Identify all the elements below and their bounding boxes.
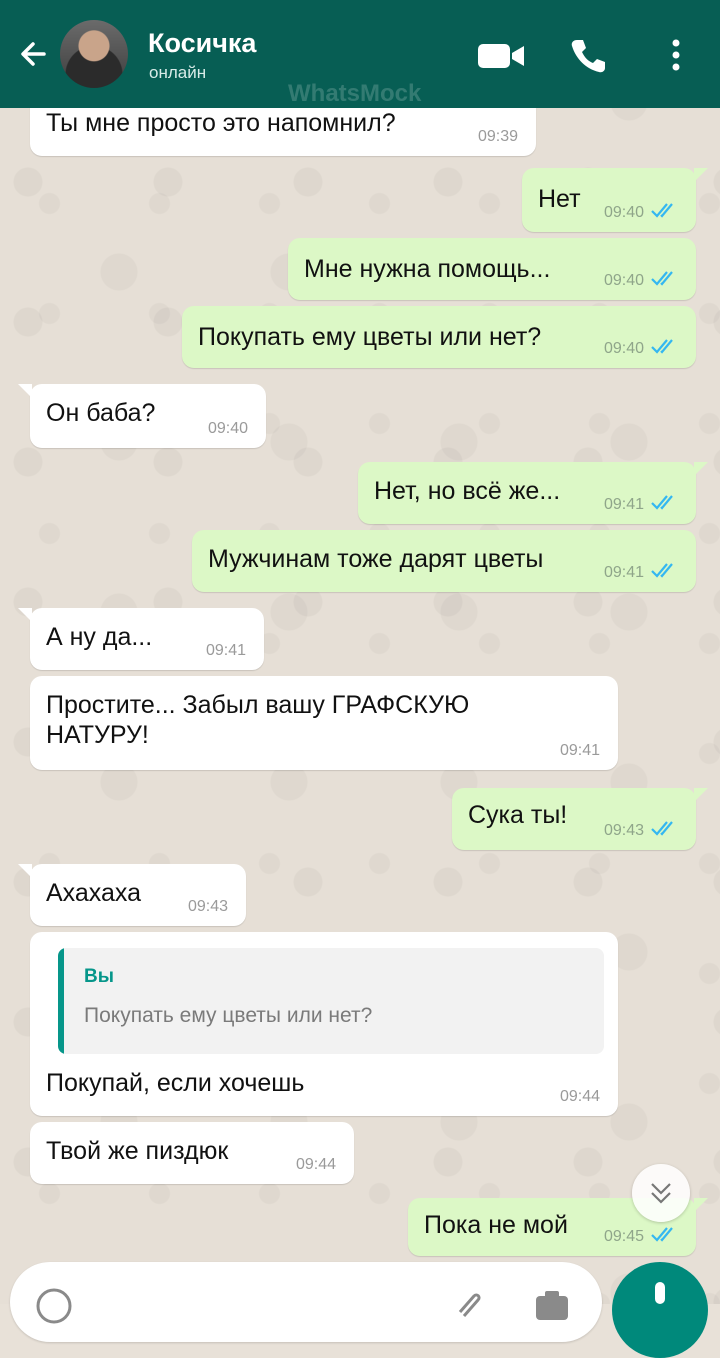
read-ticks-icon — [651, 339, 673, 354]
message-text-line2: НАТУРУ! — [46, 721, 149, 749]
read-ticks-icon — [651, 495, 673, 510]
message-text: Покупать ему цветы или нет? — [198, 323, 542, 351]
message-incoming[interactable]: Твой же пиздюк 09:44 — [30, 1122, 354, 1184]
read-ticks-icon — [651, 1227, 673, 1242]
message-text: Нет — [538, 185, 581, 213]
message-text: Ахахаха — [46, 879, 142, 907]
message-outgoing[interactable]: Сука ты! 09:43 — [452, 788, 708, 850]
quote-bar — [58, 948, 64, 1054]
message-text-line1: Простите... Забыл вашу ГРАФСКУЮ — [46, 691, 470, 719]
message-text: Твой же пиздюк — [46, 1137, 229, 1165]
message-time: 09:41 — [603, 496, 644, 513]
message-incoming[interactable]: А ну да... 09:41 — [18, 608, 264, 670]
message-incoming[interactable]: Он баба? 09:40 — [18, 384, 266, 448]
contact-status: онлайн — [149, 63, 207, 82]
message-time: 09:40 — [603, 340, 644, 357]
quoted-message[interactable]: Вы Покупать ему цветы или нет? — [58, 948, 604, 1054]
more-vert-icon[interactable] — [656, 36, 696, 76]
message-input-bar[interactable] — [10, 1262, 602, 1342]
message-text: Мужчинам тоже дарят цветы — [208, 545, 544, 573]
message-time: 09:41 — [205, 642, 246, 659]
message-outgoing[interactable]: Мне нужна помощь... 09:40 — [288, 238, 696, 300]
emoji-icon[interactable] — [34, 1286, 74, 1326]
message-time: 09:43 — [187, 898, 228, 915]
double-chevron-down-icon — [651, 1183, 671, 1204]
message-text: Мне нужна помощь... — [304, 255, 551, 283]
message-text: А ну да... — [46, 623, 153, 651]
message-text: Ты мне просто это напомнил? — [46, 109, 396, 137]
message-incoming-reply[interactable]: Вы Покупать ему цветы или нет? Покупай, … — [30, 932, 618, 1116]
watermark: WhatsMock — [288, 80, 422, 107]
message-outgoing[interactable]: Мужчинам тоже дарят цветы 09:41 — [192, 530, 696, 592]
message-time: 09:44 — [295, 1156, 336, 1173]
mic-button[interactable] — [612, 1262, 708, 1358]
message-incoming[interactable]: Простите... Забыл вашу ГРАФСКУЮ НАТУРУ! … — [30, 676, 618, 770]
quote-text: Покупать ему цветы или нет? — [84, 1004, 373, 1027]
video-call-icon[interactable] — [476, 36, 526, 76]
message-time: 09:45 — [603, 1228, 644, 1245]
message-outgoing[interactable]: Покупать ему цветы или нет? 09:40 — [182, 306, 696, 368]
read-ticks-icon — [651, 563, 673, 578]
avatar[interactable] — [60, 20, 128, 88]
message-time: 09:40 — [603, 204, 644, 221]
message-incoming[interactable]: Ахахаха 09:43 — [18, 864, 246, 926]
camera-icon[interactable] — [532, 1286, 572, 1326]
read-ticks-icon — [651, 271, 673, 286]
message-text: Покупай, если хочешь — [46, 1069, 305, 1097]
message-time: 09:44 — [559, 1088, 600, 1105]
back-arrow-icon[interactable] — [14, 34, 54, 74]
contact-name[interactable]: Косичка — [148, 28, 256, 59]
message-outgoing[interactable]: Нет, но всё же... 09:41 — [358, 462, 708, 524]
mic-icon — [655, 1282, 665, 1304]
quote-author: Вы — [84, 966, 114, 987]
message-time: 09:40 — [603, 272, 644, 289]
message-text: Он баба? — [46, 399, 156, 427]
phone-icon[interactable] — [568, 36, 608, 76]
attach-icon[interactable] — [450, 1286, 490, 1326]
message-time: 09:41 — [603, 564, 644, 581]
message-time: 09:40 — [207, 420, 248, 437]
message-text: Сука ты! — [468, 801, 568, 829]
message-text: Нет, но всё же... — [374, 477, 561, 505]
message-text: Пока не мой — [424, 1211, 568, 1239]
message-outgoing[interactable]: Нет 09:40 — [522, 168, 708, 232]
read-ticks-icon — [651, 203, 673, 218]
message-time: 09:41 — [559, 742, 600, 759]
message-time: 09:43 — [603, 822, 644, 839]
scroll-to-bottom-button[interactable] — [632, 1164, 690, 1222]
message-time: 09:39 — [477, 128, 518, 145]
read-ticks-icon — [651, 821, 673, 836]
